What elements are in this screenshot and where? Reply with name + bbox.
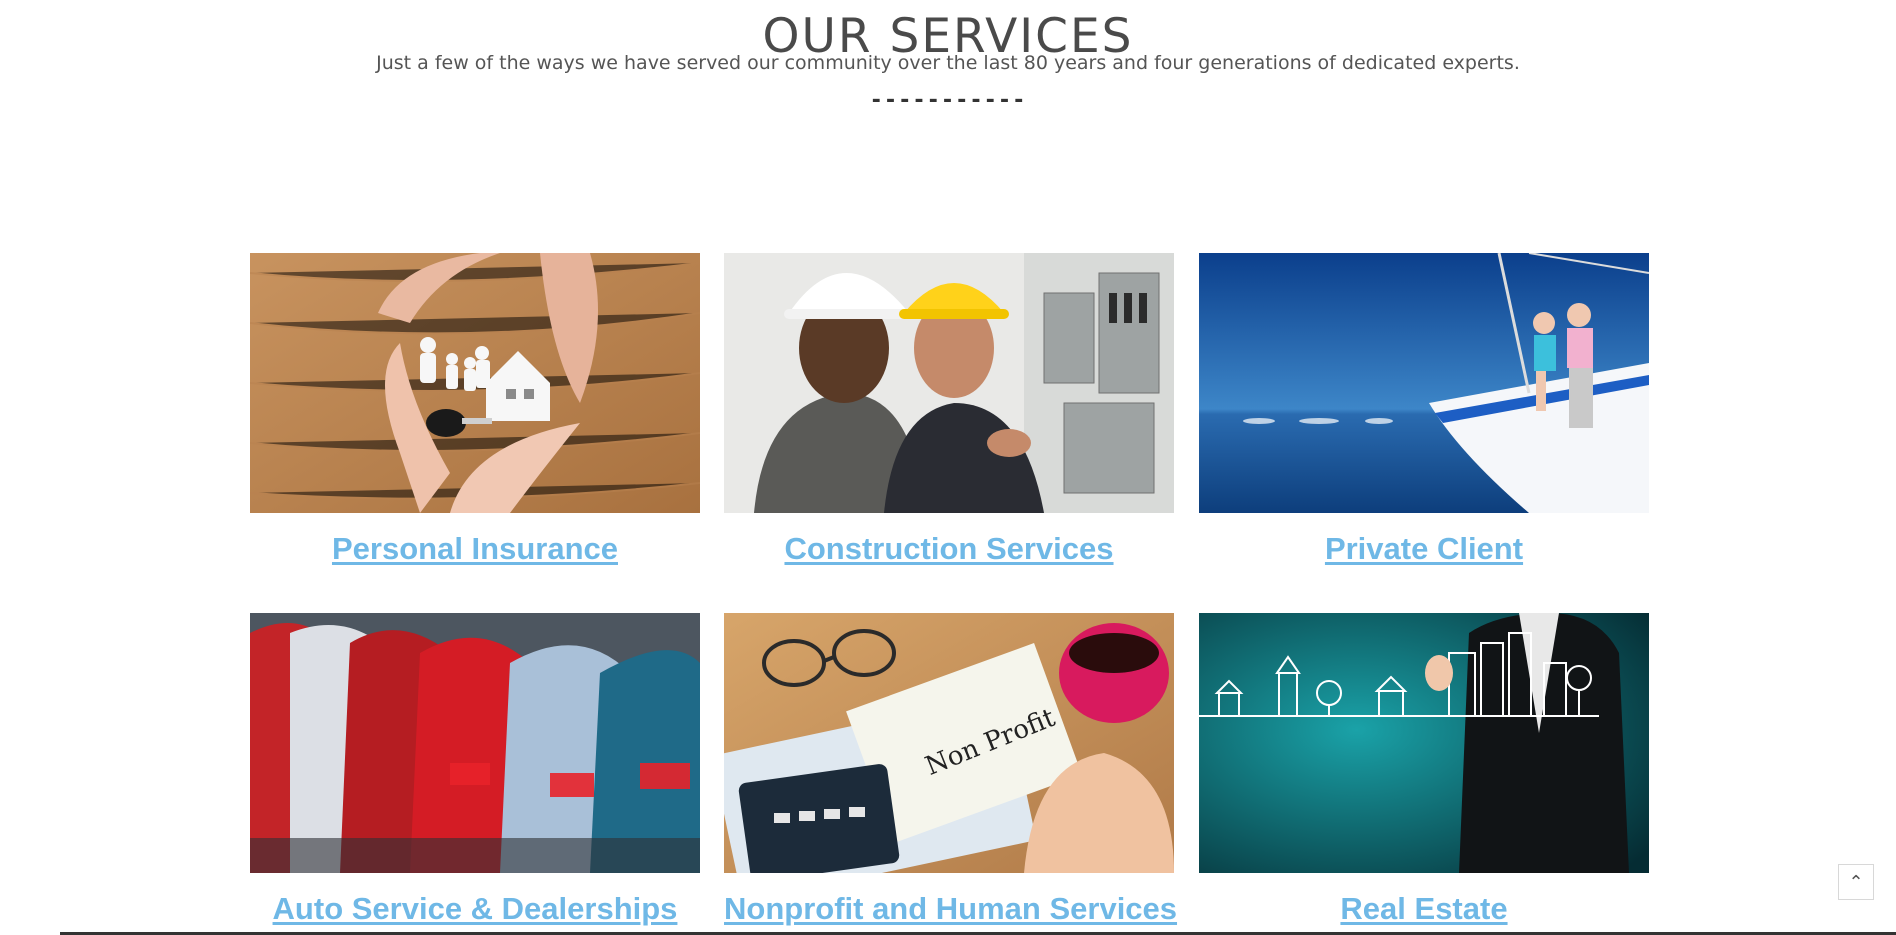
real-estate-link[interactable]: Real Estate xyxy=(1199,891,1649,927)
chevron-up-icon: ⌃ xyxy=(1848,871,1864,892)
service-card-real-estate: Real Estate xyxy=(1199,613,1649,927)
personal-insurance-link[interactable]: Personal Insurance xyxy=(250,531,700,567)
service-card-nonprofit: Non Profit Nonprofit and Human Services xyxy=(724,613,1177,927)
section-divider: ----------- xyxy=(869,88,1027,113)
private-client-link[interactable]: Private Client xyxy=(1199,531,1649,567)
real-estate-image[interactable] xyxy=(1199,613,1649,873)
personal-insurance-image[interactable] xyxy=(250,253,700,513)
auto-service-link[interactable]: Auto Service & Dealerships xyxy=(250,891,700,927)
construction-services-link[interactable]: Construction Services xyxy=(724,531,1174,567)
nonprofit-link[interactable]: Nonprofit and Human Services xyxy=(724,891,1177,927)
auto-service-image[interactable] xyxy=(250,613,700,873)
service-card-auto-service: Auto Service & Dealerships xyxy=(250,613,700,927)
construction-services-image[interactable] xyxy=(724,253,1174,513)
service-card-personal-insurance: Personal Insurance xyxy=(250,253,700,567)
private-client-image[interactable] xyxy=(1199,253,1649,513)
section-subtitle: Just a few of the ways we have served ou… xyxy=(376,52,1520,74)
service-card-private-client: Private Client xyxy=(1199,253,1649,567)
nonprofit-image[interactable]: Non Profit xyxy=(724,613,1174,873)
scroll-to-top-button[interactable]: ⌃ xyxy=(1838,864,1874,900)
service-card-construction-services: Construction Services xyxy=(724,253,1174,567)
